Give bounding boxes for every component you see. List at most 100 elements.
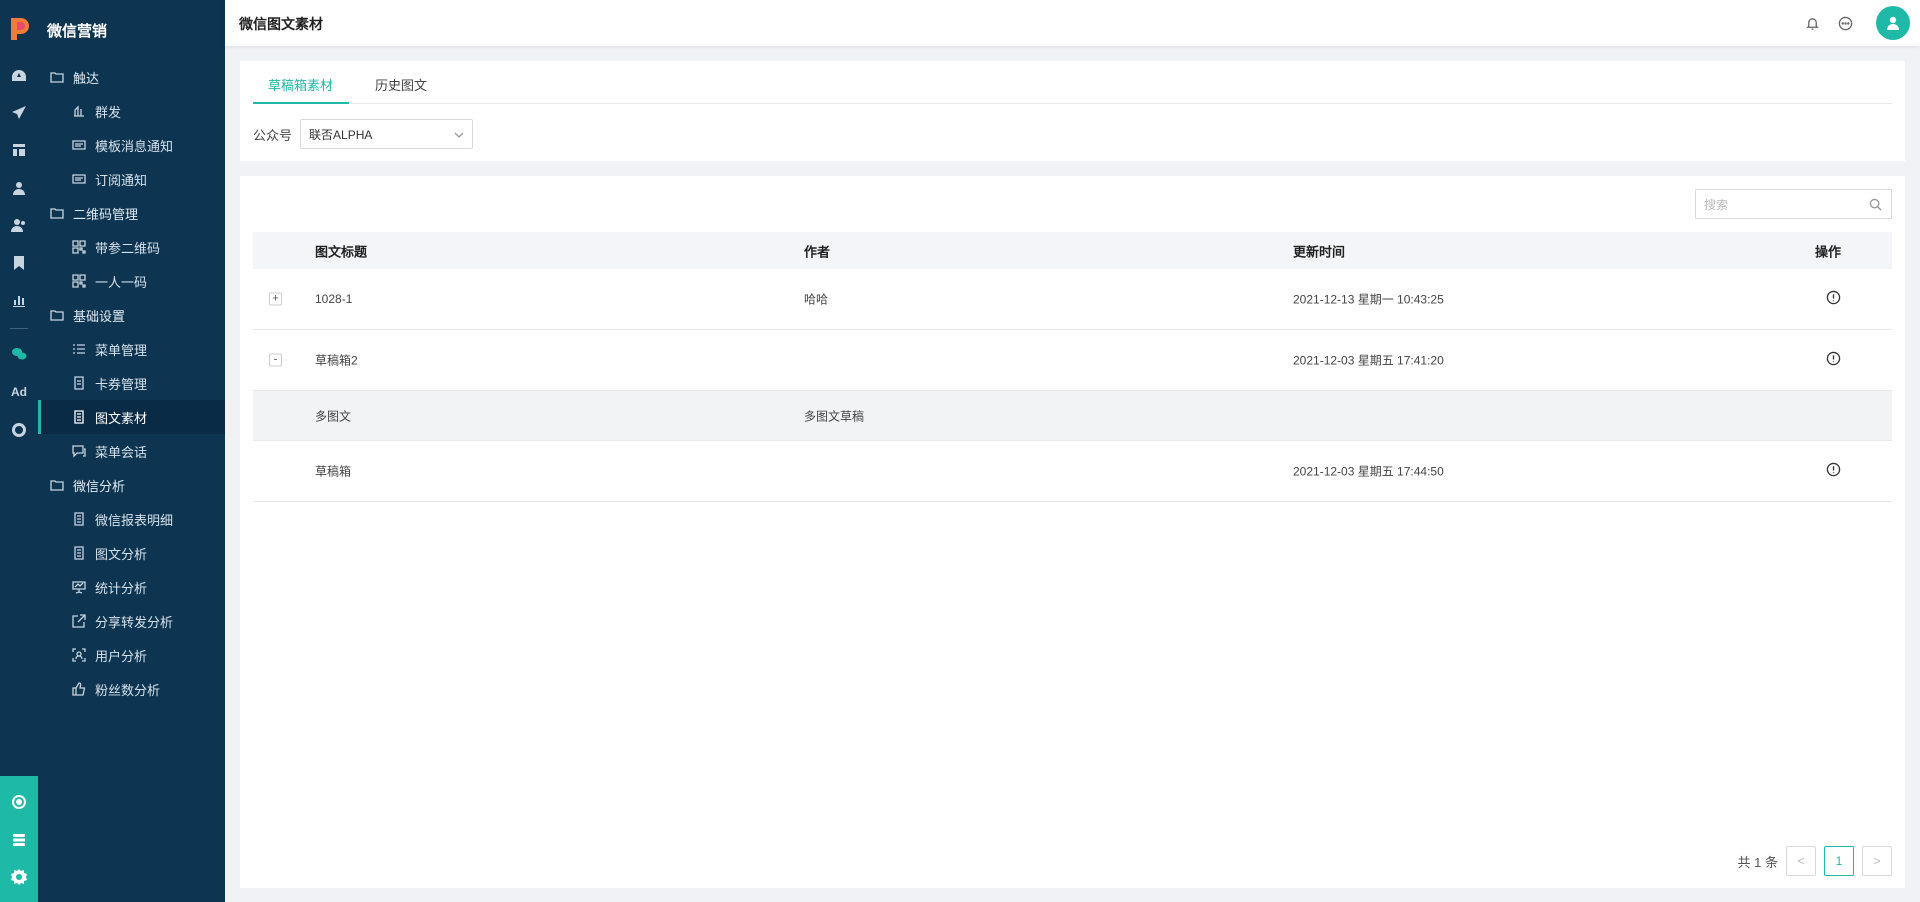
circle-icon[interactable] — [9, 420, 29, 440]
table-header: 图文标题 作者 更新时间 操作 — [253, 232, 1892, 269]
gear-icon[interactable] — [9, 867, 29, 887]
layout-icon[interactable] — [9, 140, 29, 160]
dashboard-icon[interactable] — [9, 66, 29, 86]
menu-item-statistics-analysis[interactable]: 统计分析 — [38, 570, 225, 604]
avatar-icon[interactable] — [1876, 6, 1910, 40]
icon-rail: Ad — [0, 0, 38, 902]
folder-icon — [50, 72, 64, 83]
message-icon — [72, 140, 86, 150]
column-header-actions: 操作 — [1815, 244, 1842, 259]
row-updated-time: 2021-12-13 星期一 10:43:25 — [1293, 292, 1444, 307]
menu-group-wechat-analysis[interactable]: 微信分析 — [38, 468, 225, 502]
column-header-author[interactable]: 作者 — [804, 241, 830, 260]
folder-icon — [50, 208, 64, 219]
collapse-button[interactable]: - — [269, 353, 282, 367]
user-scan-icon — [72, 648, 86, 662]
table-subrow[interactable]: 多图文 多图文草稿 — [253, 391, 1892, 441]
menu-item-menu-session[interactable]: 菜单会话 — [38, 434, 225, 468]
document-icon — [74, 546, 84, 560]
menu-item-label: 菜单会话 — [95, 444, 148, 460]
menu-item-label: 带参二维码 — [95, 240, 161, 256]
folder-icon — [50, 310, 64, 321]
account-label: 公众号 — [253, 127, 293, 143]
column-header-title[interactable]: 图文标题 — [315, 241, 367, 260]
menu-item-label: 群发 — [95, 104, 122, 120]
account-select-value: 联否ALPHA — [309, 127, 373, 142]
menu-item-label: 粉丝数分析 — [95, 682, 161, 698]
server-icon[interactable] — [9, 830, 29, 850]
tab-bar: 草稿箱素材 历史图文 — [253, 61, 1892, 104]
share-icon — [72, 614, 86, 628]
menu-item-broadcast[interactable]: 群发 — [38, 94, 225, 128]
folder-icon — [50, 480, 64, 491]
sidebar-menu: 微信营销 触达 群发 模板消息通知 订阅通知 二维码管理 带参二维码 一人一码 … — [38, 0, 225, 902]
bar-chart-icon[interactable] — [9, 290, 29, 310]
tab-draft-material[interactable]: 草稿箱素材 — [253, 75, 349, 104]
message-icon — [72, 174, 86, 184]
menu-item-label: 订阅通知 — [95, 172, 148, 188]
hub-icon[interactable] — [9, 792, 29, 812]
menu-item-coupon-management[interactable]: 卡券管理 — [38, 366, 225, 400]
expand-button[interactable]: + — [269, 292, 282, 306]
row-author: 哈哈 — [804, 292, 829, 307]
menu-item-article-analysis[interactable]: 图文分析 — [38, 536, 225, 570]
menu-item-label: 卡券管理 — [95, 376, 148, 392]
send-icon[interactable] — [9, 103, 29, 123]
menu-item-article-material[interactable]: 图文素材 — [38, 400, 225, 434]
info-icon[interactable] — [1826, 290, 1841, 308]
search-icon[interactable] — [1869, 198, 1882, 211]
page-number-button[interactable]: 1 — [1824, 846, 1854, 876]
tab-history-articles[interactable]: 历史图文 — [375, 75, 427, 104]
table-row[interactable]: + 1028-1 哈哈 2021-12-13 星期一 10:43:25 — [253, 269, 1892, 330]
menu-item-fans-analysis[interactable]: 粉丝数分析 — [38, 672, 225, 706]
menu-group-label: 基础设置 — [73, 308, 126, 324]
menu-item-label: 图文分析 — [95, 546, 148, 562]
menu-item-template-message[interactable]: 模板消息通知 — [38, 128, 225, 162]
bookmark-icon[interactable] — [9, 253, 29, 273]
prev-page-button[interactable]: < — [1786, 846, 1816, 876]
page-title: 微信图文素材 — [239, 16, 323, 32]
thumbs-up-icon — [72, 682, 86, 696]
menu-item-share-analysis[interactable]: 分享转发分析 — [38, 604, 225, 638]
user-icon[interactable] — [9, 178, 29, 198]
menu-item-subscribe-notice[interactable]: 订阅通知 — [38, 162, 225, 196]
table-row[interactable]: - 草稿箱2 2021-12-03 星期五 17:41:20 — [253, 330, 1892, 391]
ad-icon[interactable]: Ad — [9, 382, 29, 402]
bell-icon[interactable] — [1803, 14, 1821, 32]
wechat-icon[interactable] — [9, 344, 29, 364]
search-input[interactable]: 搜索 — [1695, 189, 1892, 219]
broadcast-icon — [74, 105, 84, 117]
top-header: 微信图文素材 — [225, 0, 1920, 46]
info-icon[interactable] — [1826, 462, 1841, 480]
coupon-icon — [74, 376, 84, 390]
menu-item-menu-management[interactable]: 菜单管理 — [38, 332, 225, 366]
next-page-button[interactable]: > — [1862, 846, 1892, 876]
menu-group-reach[interactable]: 触达 — [38, 60, 225, 94]
column-header-updated[interactable]: 更新时间 — [1293, 241, 1345, 260]
users-icon[interactable] — [9, 215, 29, 235]
row-title: 1028-1 — [315, 292, 353, 306]
menu-item-label: 一人一码 — [95, 274, 148, 290]
presentation-icon — [72, 581, 86, 594]
row-title: 多图文 — [315, 409, 352, 423]
chat-bubble-icon[interactable] — [1836, 14, 1854, 32]
info-icon[interactable] — [1826, 351, 1841, 369]
total-count: 共 1 条 — [1737, 854, 1778, 870]
menu-item-user-analysis[interactable]: 用户分析 — [38, 638, 225, 672]
table-row[interactable]: 草稿箱 2021-12-03 星期五 17:44:50 — [253, 441, 1892, 502]
chat-icon — [72, 445, 86, 458]
row-author: 多图文草稿 — [804, 409, 865, 423]
menu-item-label: 图文素材 — [95, 410, 148, 426]
account-select[interactable]: 联否ALPHA — [300, 119, 474, 149]
menu-item-report-detail[interactable]: 微信报表明细 — [38, 502, 225, 536]
row-updated-time: 2021-12-03 星期五 17:44:50 — [1293, 464, 1444, 479]
menu-item-per-person-code[interactable]: 一人一码 — [38, 264, 225, 298]
menu-group-qrcode[interactable]: 二维码管理 — [38, 196, 225, 230]
menu-item-param-qrcode[interactable]: 带参二维码 — [38, 230, 225, 264]
menu-item-label: 用户分析 — [95, 648, 148, 664]
menu-group-label: 微信分析 — [73, 478, 126, 494]
menu-group-basic-settings[interactable]: 基础设置 — [38, 298, 225, 332]
qrcode-icon — [72, 274, 86, 288]
brand-title: 微信营销 — [47, 22, 108, 40]
search-placeholder: 搜索 — [1704, 197, 1729, 212]
